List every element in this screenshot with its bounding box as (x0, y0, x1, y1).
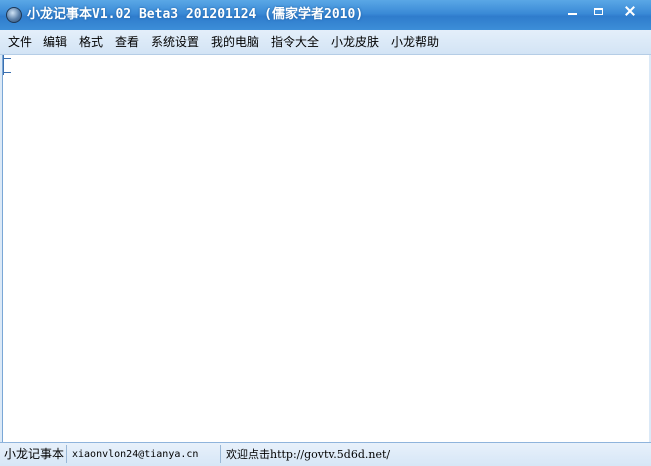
minimize-icon (567, 13, 577, 15)
menu-command-list[interactable]: 指令大全 (271, 34, 319, 51)
status-bar: 小龙记事本 xiaonvlon24@tianya.cn 欢迎点击http://g… (0, 442, 651, 466)
menu-system-settings[interactable]: 系统设置 (151, 34, 199, 51)
menu-file[interactable]: 文件 (8, 34, 32, 51)
status-divider (66, 445, 67, 463)
app-globe-icon[interactable] (6, 7, 22, 23)
menu-my-computer[interactable]: 我的电脑 (211, 34, 259, 51)
menu-format[interactable]: 格式 (79, 34, 103, 51)
minimize-button[interactable] (560, 3, 584, 19)
menu-edit[interactable]: 编辑 (43, 34, 67, 51)
menu-view[interactable]: 查看 (115, 34, 139, 51)
caret-mark-top (4, 58, 11, 59)
menu-help[interactable]: 小龙帮助 (391, 34, 439, 51)
close-button[interactable] (618, 3, 642, 19)
status-link[interactable]: 欢迎点击http://govtv.5d6d.net/ (226, 446, 390, 463)
caret-mark-bottom (4, 72, 11, 73)
notepad-window: 小龙记事本V1.02 Beta3 201201124 (儒家学者2010) 文件… (0, 0, 651, 466)
maximize-button[interactable] (586, 3, 610, 19)
maximize-icon (593, 7, 603, 15)
status-divider (220, 445, 221, 463)
window-title: 小龙记事本V1.02 Beta3 201201124 (儒家学者2010) (27, 7, 364, 22)
text-editor-area[interactable] (2, 55, 649, 442)
close-icon (625, 6, 635, 16)
title-bar[interactable]: 小龙记事本V1.02 Beta3 201201124 (儒家学者2010) (0, 0, 651, 30)
menu-skins[interactable]: 小龙皮肤 (331, 34, 379, 51)
status-email: xiaonvlon24@tianya.cn (72, 449, 199, 460)
status-app-name: 小龙记事本 (4, 447, 65, 461)
menu-bar: 文件 编辑 格式 查看 系统设置 我的电脑 指令大全 小龙皮肤 小龙帮助 (0, 30, 651, 55)
